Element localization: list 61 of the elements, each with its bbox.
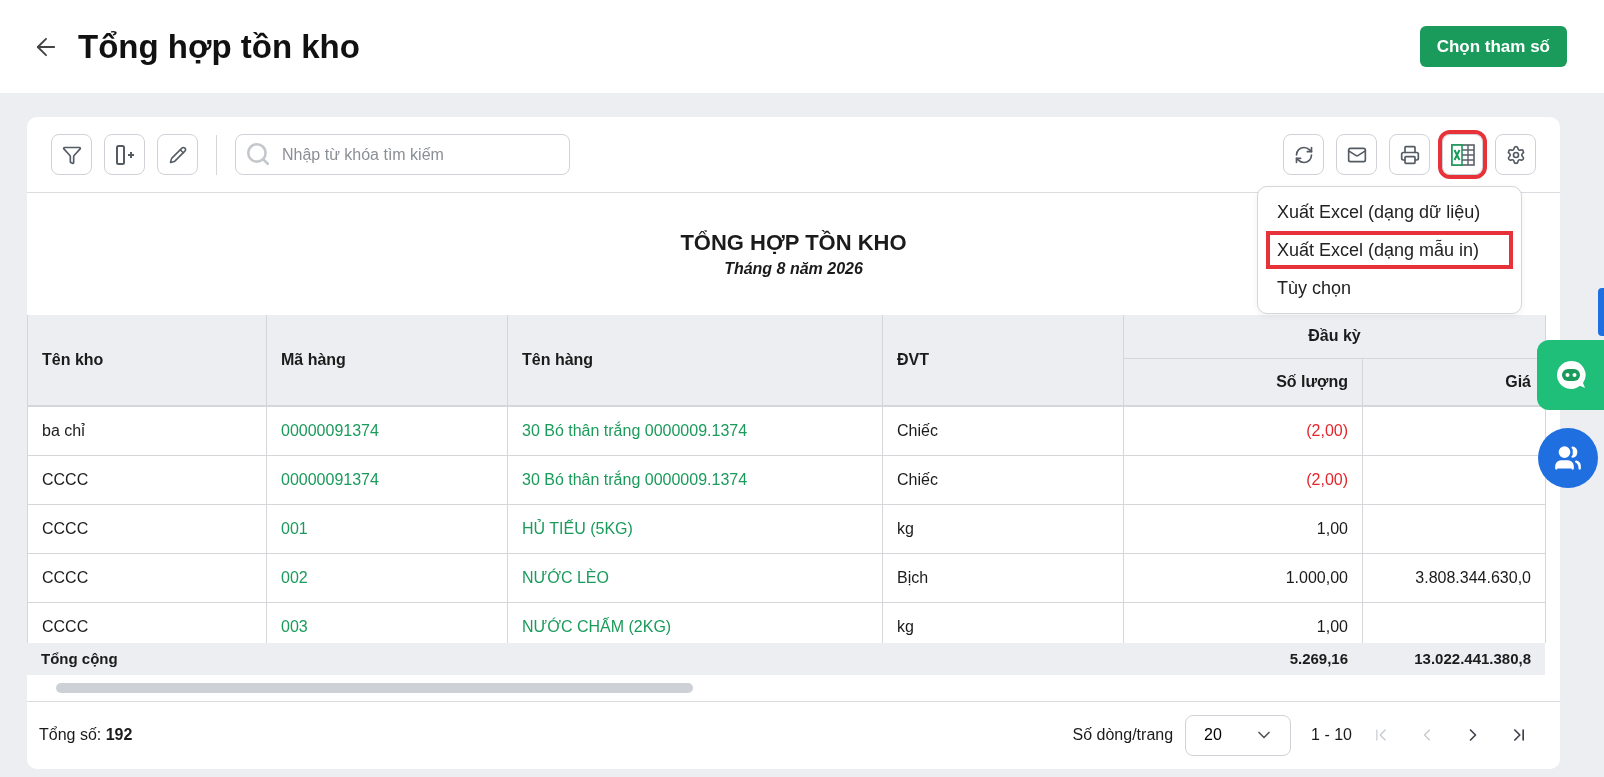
- rows-per-page-select[interactable]: 20: [1185, 714, 1292, 756]
- total-cell: 13.022.441.380,8: [1362, 642, 1546, 675]
- table-cell: Bịch: [882, 553, 1124, 602]
- item-link[interactable]: 30 Bó thân trắng 0000009.1374: [507, 455, 883, 504]
- horizontal-scrollbar[interactable]: [56, 682, 693, 693]
- column-header: Tên hàng: [507, 315, 883, 405]
- print-button[interactable]: [1389, 134, 1430, 175]
- rows-per-page-label: Số dòng/trang: [1072, 726, 1174, 745]
- settings-icon: [1505, 144, 1526, 165]
- printer-icon: [1399, 144, 1420, 165]
- total-label: Tổng cộng: [27, 642, 1124, 675]
- page-range: 1 - 10: [1311, 726, 1352, 745]
- filter-button[interactable]: [51, 134, 92, 175]
- search-icon: [245, 141, 271, 167]
- refresh-icon: [1293, 144, 1314, 165]
- total-cell: 5.269,16: [1123, 642, 1363, 675]
- item-link[interactable]: 001: [266, 504, 508, 553]
- search-field[interactable]: Nhập từ khóa tìm kiếm: [235, 134, 570, 175]
- add-column-icon: [113, 143, 136, 166]
- report-title: TỔNG HỢP TỒN KHO: [680, 230, 907, 256]
- item-link[interactable]: NƯỚC LÈO: [507, 553, 883, 602]
- item-link[interactable]: 30 Bó thân trắng 0000009.1374: [507, 406, 883, 455]
- table-cell: Chiếc: [882, 455, 1124, 504]
- table-cell: ba chỉ: [27, 406, 267, 455]
- spreadsheet-icon: [1450, 143, 1475, 166]
- column-header: ĐVT: [882, 315, 1124, 405]
- table-cell: (2,00): [1123, 455, 1363, 504]
- table-cell: CCCC: [27, 455, 267, 504]
- table-cell: 1.000,00: [1123, 553, 1363, 602]
- table-cell: 3.808.344.630,0: [1362, 553, 1546, 602]
- report-subtitle: Tháng 8 năm 2026: [724, 260, 863, 278]
- item-link[interactable]: 00000091374: [266, 406, 508, 455]
- menu-item[interactable]: Xuất Excel (dạng dữ liệu): [1266, 193, 1513, 231]
- pencil-icon: [168, 145, 187, 164]
- chatbot-button[interactable]: [1537, 340, 1604, 410]
- settings-button[interactable]: [1495, 134, 1536, 175]
- item-link[interactable]: 002: [266, 553, 508, 602]
- page-title: Tổng hợp tồn kho: [78, 27, 361, 66]
- table-cell: CCCC: [27, 504, 267, 553]
- table-cell: Chiếc: [882, 406, 1124, 455]
- column-header: Tên kho: [27, 315, 267, 405]
- add-column-button[interactable]: [104, 134, 145, 175]
- column-header: Mã hàng: [266, 315, 508, 405]
- table-cell: 1,00: [1123, 504, 1363, 553]
- filter-icon: [61, 144, 82, 165]
- table-cell: CCCC: [27, 553, 267, 602]
- community-button[interactable]: [1538, 428, 1598, 488]
- users-icon: [1554, 444, 1582, 472]
- email-button[interactable]: [1336, 134, 1377, 175]
- menu-item[interactable]: Xuất Excel (dạng mẫu in): [1266, 231, 1513, 269]
- menu-item[interactable]: Tùy chọn: [1266, 269, 1513, 307]
- refresh-button[interactable]: [1283, 134, 1324, 175]
- column-header: Số lượng: [1123, 358, 1363, 405]
- choose-parameters-button[interactable]: Chọn tham số: [1419, 26, 1567, 67]
- total-count: Tổng số: 192: [39, 726, 133, 745]
- item-link[interactable]: HỦ TIẾU (5KG): [507, 504, 883, 553]
- column-group-header: Đầu kỳ: [1123, 315, 1546, 358]
- item-link[interactable]: 00000091374: [266, 455, 508, 504]
- edit-button[interactable]: [157, 134, 198, 175]
- table-cell: (2,00): [1123, 406, 1363, 455]
- table-cell: kg: [882, 504, 1124, 553]
